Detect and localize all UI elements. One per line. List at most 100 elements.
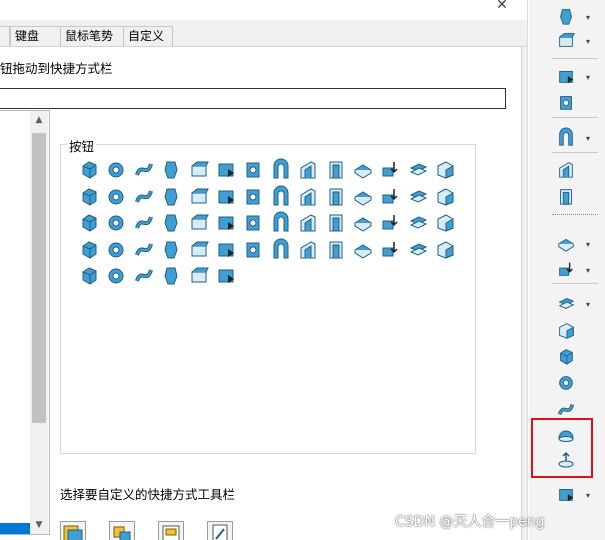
wrap-icon[interactable]: [133, 185, 155, 207]
deform-icon[interactable]: [407, 185, 429, 207]
sketch-ruler-icon[interactable]: [556, 186, 576, 206]
rib-icon[interactable]: [556, 320, 576, 340]
copy-body-icon[interactable]: [215, 238, 237, 260]
extruded-boss-icon[interactable]: [78, 158, 100, 180]
tab-shortcut-bar[interactable]: [0, 26, 10, 46]
shell-box-icon[interactable]: [556, 293, 576, 313]
offset-surface-icon[interactable]: [297, 238, 319, 260]
draft-face-icon[interactable]: [556, 346, 576, 366]
face-fillet-icon[interactable]: [297, 185, 319, 207]
thicken-icon[interactable]: [215, 185, 237, 207]
dropdown-arrow-icon[interactable]: ▾: [586, 14, 594, 22]
split-line-icon[interactable]: [434, 238, 456, 260]
delete-face-icon[interactable]: [242, 238, 264, 260]
delete-body-icon[interactable]: [78, 238, 100, 260]
selected-category-row[interactable]: [0, 523, 30, 534]
circular-pattern-icon[interactable]: [270, 211, 292, 233]
scrollbar-thumb[interactable]: [32, 133, 46, 423]
dome-icon[interactable]: [160, 185, 182, 207]
dropdown-arrow-icon[interactable]: ▾: [586, 38, 594, 46]
category-list-scrollbar[interactable]: ▲ ▼: [30, 111, 48, 534]
scale-icon[interactable]: [215, 211, 237, 233]
part-shortcut-button[interactable]: [60, 521, 86, 540]
move-body-icon[interactable]: [188, 238, 210, 260]
instant3d-icon[interactable]: [160, 264, 182, 286]
shell-icon[interactable]: [78, 185, 100, 207]
boundary-cut-icon[interactable]: [352, 158, 374, 180]
instant3d-lightning-icon[interactable]: [556, 159, 576, 179]
free-form-icon[interactable]: [434, 185, 456, 207]
revolved-cut-icon[interactable]: [270, 158, 292, 180]
tab-mouse-gestures[interactable]: 鼠标笔势: [60, 26, 124, 46]
move-face-icon[interactable]: [105, 211, 127, 233]
dropdown-arrow-icon[interactable]: ▾: [586, 135, 594, 143]
fillet-icon[interactable]: [379, 158, 401, 180]
lofted-cut-icon[interactable]: [325, 158, 347, 180]
variable-pattern-icon[interactable]: [407, 211, 429, 233]
draft-icon[interactable]: [105, 185, 127, 207]
cosmetic-thread-icon[interactable]: [352, 185, 374, 207]
extruded-cut-icon[interactable]: [215, 158, 237, 180]
join-icon[interactable]: [160, 238, 182, 260]
close-button[interactable]: ✕: [490, 0, 514, 14]
drawing-shortcut-button[interactable]: [158, 521, 184, 540]
section-icon[interactable]: [556, 372, 576, 392]
assembly-shortcut-button[interactable]: [109, 521, 135, 540]
dropdown-arrow-icon[interactable]: ▾: [586, 241, 594, 249]
extend-surface-icon[interactable]: [379, 238, 401, 260]
feature-works-icon[interactable]: [133, 264, 155, 286]
extrude-icon[interactable]: [556, 233, 576, 253]
view-icon[interactable]: [556, 127, 576, 147]
grid-pattern-icon[interactable]: [556, 6, 576, 26]
untrim-surface-icon[interactable]: [407, 238, 429, 260]
mirror-body-icon[interactable]: [434, 211, 456, 233]
tab-keyboard[interactable]: 键盘: [10, 26, 61, 46]
tool-arrow-icon[interactable]: [556, 30, 576, 50]
knit-surface-icon[interactable]: [325, 238, 347, 260]
insert-part-icon[interactable]: [133, 238, 155, 260]
hole-icon[interactable]: [556, 259, 576, 279]
dropdown-arrow-icon[interactable]: ▾: [586, 301, 594, 309]
intersect-icon[interactable]: [188, 185, 210, 207]
freeze-bar-icon[interactable]: [215, 264, 237, 286]
library-feature-icon[interactable]: [105, 238, 127, 260]
linear-pattern-icon[interactable]: [242, 211, 264, 233]
dropdown-arrow-icon[interactable]: ▾: [586, 267, 594, 275]
variable-fillet-icon[interactable]: [270, 185, 292, 207]
tab-customize[interactable]: 自定义: [123, 26, 173, 46]
swept-cut-icon[interactable]: [297, 158, 319, 180]
swept-boss-icon[interactable]: [133, 158, 155, 180]
rib-icon[interactable]: [434, 158, 456, 180]
cut-with-surface-icon[interactable]: [242, 185, 264, 207]
split-icon[interactable]: [160, 211, 182, 233]
table-pattern-icon[interactable]: [352, 211, 374, 233]
simplify-icon[interactable]: [188, 264, 210, 286]
replace-face-icon[interactable]: [270, 238, 292, 260]
trim-surface-icon[interactable]: [352, 238, 374, 260]
indent-icon[interactable]: [379, 185, 401, 207]
dropdown-arrow-icon[interactable]: ▾: [586, 74, 594, 82]
fill-pattern-icon[interactable]: [379, 211, 401, 233]
curves-icon[interactable]: [556, 92, 576, 112]
chamfer-icon[interactable]: [407, 158, 429, 180]
3d-sketch-grid-icon[interactable]: [105, 264, 127, 286]
flex-icon[interactable]: [78, 211, 100, 233]
lofted-boss-icon[interactable]: [160, 158, 182, 180]
scroll-up-icon[interactable]: ▲: [30, 111, 48, 129]
sketch-shortcut-button[interactable]: [207, 521, 233, 540]
category-list[interactable]: ▲ ▼: [0, 110, 50, 535]
check-icon[interactable]: [78, 264, 100, 286]
sketch-pattern-icon[interactable]: [325, 211, 347, 233]
full-round-fillet-icon[interactable]: [325, 185, 347, 207]
fillet-body-icon[interactable]: [556, 399, 576, 419]
boundary-boss-icon[interactable]: [188, 158, 210, 180]
mirror-icon[interactable]: [188, 211, 210, 233]
dropdown-arrow-icon[interactable]: ▾: [586, 492, 594, 500]
grid-pattern-bottom-icon[interactable]: [556, 484, 576, 504]
scroll-down-icon[interactable]: ▼: [30, 516, 48, 534]
reference-eye-icon[interactable]: [556, 66, 576, 86]
combine-icon[interactable]: [133, 211, 155, 233]
revolved-boss-icon[interactable]: [105, 158, 127, 180]
hole-wizard-icon[interactable]: [242, 158, 264, 180]
curve-pattern-icon[interactable]: [297, 211, 319, 233]
